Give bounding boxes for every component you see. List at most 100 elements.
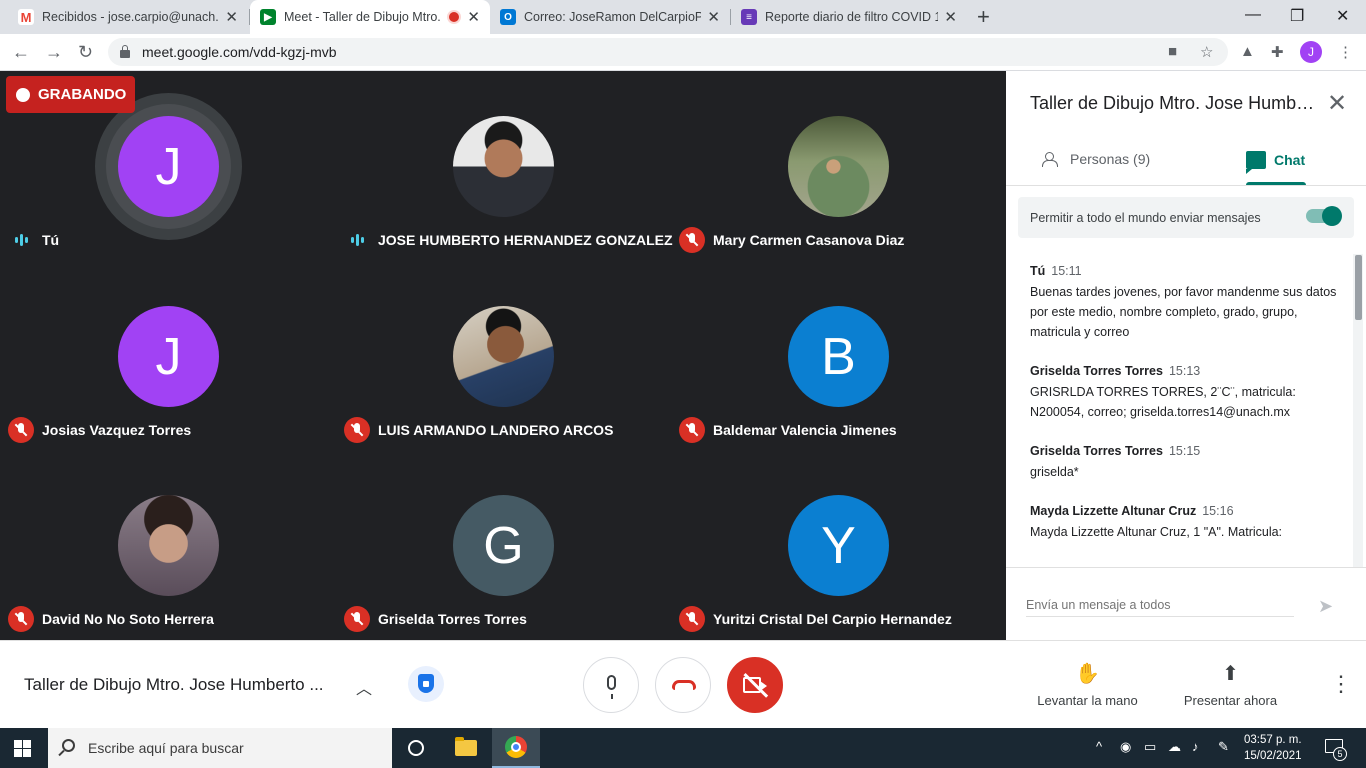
close-panel-icon[interactable]: ✕ bbox=[1327, 89, 1347, 118]
tab-strip: M Recibidos - jose.carpio@unach.mx ✕ ▶ M… bbox=[0, 0, 1366, 34]
avatar: G bbox=[453, 495, 554, 596]
speaking-indicator-icon bbox=[8, 227, 34, 253]
close-tab-icon[interactable]: ✕ bbox=[944, 8, 957, 26]
participant-name: Yuritzi Cristal Del Carpio Hernandez bbox=[713, 611, 952, 627]
send-message-area: ➤ bbox=[1006, 567, 1366, 640]
avatar bbox=[453, 306, 554, 407]
mic-off-icon bbox=[679, 606, 705, 632]
more-options-icon[interactable]: ⋮ bbox=[1330, 671, 1352, 697]
participant-name: Griselda Torres Torres bbox=[378, 611, 527, 627]
send-icon[interactable]: ➤ bbox=[1318, 596, 1333, 617]
tab-meet[interactable]: ▶ Meet - Taller de Dibujo Mtro. ✕ bbox=[250, 0, 490, 34]
star-icon[interactable]: ☆ bbox=[1200, 43, 1213, 61]
chrome-icon bbox=[505, 736, 527, 758]
tab-people[interactable]: Personas (9) bbox=[1042, 151, 1150, 167]
webcam-icon[interactable]: ◉ bbox=[1120, 739, 1131, 755]
lock-icon bbox=[120, 45, 130, 58]
minimize-icon[interactable]: — bbox=[1245, 6, 1261, 24]
volume-icon[interactable]: ♪ bbox=[1192, 739, 1199, 754]
file-explorer-button[interactable] bbox=[442, 728, 490, 768]
avatar bbox=[788, 116, 889, 217]
reload-icon[interactable]: ↻ bbox=[78, 42, 93, 63]
chevron-up-icon[interactable]: ^ bbox=[1096, 739, 1102, 754]
message-text: Buenas tardes jovenes, por favor mandenm… bbox=[1030, 285, 1337, 339]
allow-messages-toggle[interactable] bbox=[1306, 206, 1342, 226]
participant-name: Tú bbox=[42, 232, 60, 248]
close-tab-icon[interactable]: ✕ bbox=[225, 8, 238, 26]
tab-people-label: Personas (9) bbox=[1070, 151, 1151, 167]
divider bbox=[1006, 185, 1366, 186]
camera-off-button[interactable] bbox=[727, 657, 783, 713]
message-text: Mayda Lizzette Altunar Cruz, 1 "A". Matr… bbox=[1030, 525, 1283, 539]
tab-forms[interactable]: ≡ Reporte diario de filtro COVID 19 ✕ bbox=[731, 0, 967, 34]
close-window-icon[interactable]: ✕ bbox=[1336, 6, 1349, 26]
tab-gmail[interactable]: M Recibidos - jose.carpio@unach.mx ✕ bbox=[8, 0, 248, 34]
tab-title: Reporte diario de filtro COVID 19 bbox=[765, 10, 939, 24]
search-icon bbox=[62, 739, 75, 752]
meeting-title[interactable]: Taller de Dibujo Mtro. Jose Humberto ... bbox=[24, 675, 324, 695]
pen-icon[interactable]: ✎ bbox=[1218, 739, 1229, 755]
tab-title: Correo: JoseRamon DelCarpioPer bbox=[524, 10, 702, 24]
search-placeholder: Escribe aquí para buscar bbox=[88, 740, 244, 756]
system-clock[interactable]: 03:57 p. m. 15/02/2021 bbox=[1244, 732, 1302, 764]
notification-count: 5 bbox=[1333, 747, 1347, 761]
clock-time: 03:57 p. m. bbox=[1244, 734, 1302, 746]
gmail-icon: M bbox=[18, 9, 34, 25]
message-time: 15:15 bbox=[1168, 444, 1201, 458]
back-icon[interactable]: ← bbox=[12, 42, 30, 63]
new-tab-button[interactable]: + bbox=[977, 4, 990, 30]
panel-title: Taller de Dibujo Mtro. Jose Humberto Her… bbox=[1030, 93, 1320, 113]
close-tab-icon[interactable]: ✕ bbox=[467, 8, 480, 26]
hang-up-icon bbox=[672, 680, 696, 690]
present-now-button[interactable]: ⬆ Presentar ahora bbox=[1178, 661, 1283, 708]
forward-icon[interactable]: → bbox=[45, 42, 63, 63]
extension-icon[interactable]: ▲ bbox=[1240, 43, 1255, 60]
camera-icon[interactable]: ■ bbox=[1168, 43, 1177, 60]
host-controls-shield-icon[interactable] bbox=[408, 666, 444, 702]
address-bar[interactable]: meet.google.com/vdd-kgzj-mvb bbox=[108, 38, 1228, 66]
message-input[interactable] bbox=[1026, 598, 1294, 617]
restore-icon[interactable]: ❐ bbox=[1290, 6, 1304, 26]
network-icon[interactable]: ▭ bbox=[1144, 739, 1156, 755]
mic-off-icon bbox=[8, 606, 34, 632]
message-time: 15:16 bbox=[1202, 504, 1234, 518]
mic-off-icon bbox=[8, 417, 34, 443]
close-tab-icon[interactable]: ✕ bbox=[707, 8, 720, 26]
message-text: griselda* bbox=[1030, 465, 1079, 479]
leave-call-button[interactable] bbox=[655, 657, 711, 713]
raise-hand-button[interactable]: ✋ Levantar la mano bbox=[1030, 661, 1145, 708]
message-author: Tú bbox=[1030, 264, 1046, 278]
tab-chat[interactable]: Chat bbox=[1246, 151, 1305, 174]
chrome-taskbar-button[interactable] bbox=[492, 728, 540, 768]
chat-message: Mayda Lizzette Altunar Cruz 15:16 Mayda L… bbox=[1030, 504, 1340, 542]
toolbar: ← → ↻ meet.google.com/vdd-kgzj-mvb ■ ☆ ▲… bbox=[0, 34, 1366, 71]
chat-icon bbox=[1246, 151, 1266, 174]
chat-scrollbar-thumb[interactable] bbox=[1355, 255, 1362, 320]
tab-outlook[interactable]: O Correo: JoseRamon DelCarpioPer ✕ bbox=[490, 0, 730, 34]
recording-badge: GRABANDO bbox=[6, 76, 135, 113]
message-time: 15:11 bbox=[1051, 264, 1082, 278]
participant-name: Josias Vazquez Torres bbox=[42, 422, 192, 438]
windows-start-icon[interactable] bbox=[14, 740, 31, 757]
taskbar-search[interactable]: Escribe aquí para buscar bbox=[48, 728, 392, 768]
menu-icon[interactable]: ⋮ bbox=[1338, 43, 1353, 61]
allow-messages-setting: Permitir a todo el mundo enviar mensajes bbox=[1018, 197, 1354, 238]
record-dot-icon bbox=[16, 87, 30, 102]
task-view-button[interactable] bbox=[392, 728, 440, 768]
microphone-button[interactable] bbox=[583, 657, 639, 713]
tab-title: Recibidos - jose.carpio@unach.mx bbox=[42, 10, 220, 24]
chevron-up-icon[interactable]: ︿ bbox=[356, 675, 372, 699]
participant-name: David No No Soto Herrera bbox=[42, 611, 214, 627]
raise-hand-label: Levantar la mano bbox=[1037, 693, 1138, 708]
message-author: Griselda Torres Torres bbox=[1030, 364, 1163, 378]
mic-off-icon bbox=[344, 417, 370, 443]
puzzle-icon[interactable]: ✚ bbox=[1271, 43, 1284, 61]
mic-off-icon bbox=[679, 227, 705, 253]
avatar bbox=[118, 495, 219, 596]
profile-avatar[interactable]: J bbox=[1300, 41, 1322, 63]
chat-message: Griselda Torres Torres 15:13 GRISRLDA TOR… bbox=[1030, 364, 1340, 422]
avatar: Y bbox=[788, 495, 889, 596]
meet-icon: ▶ bbox=[260, 9, 276, 25]
forms-icon: ≡ bbox=[741, 9, 757, 25]
onedrive-icon[interactable]: ☁ bbox=[1168, 739, 1181, 755]
